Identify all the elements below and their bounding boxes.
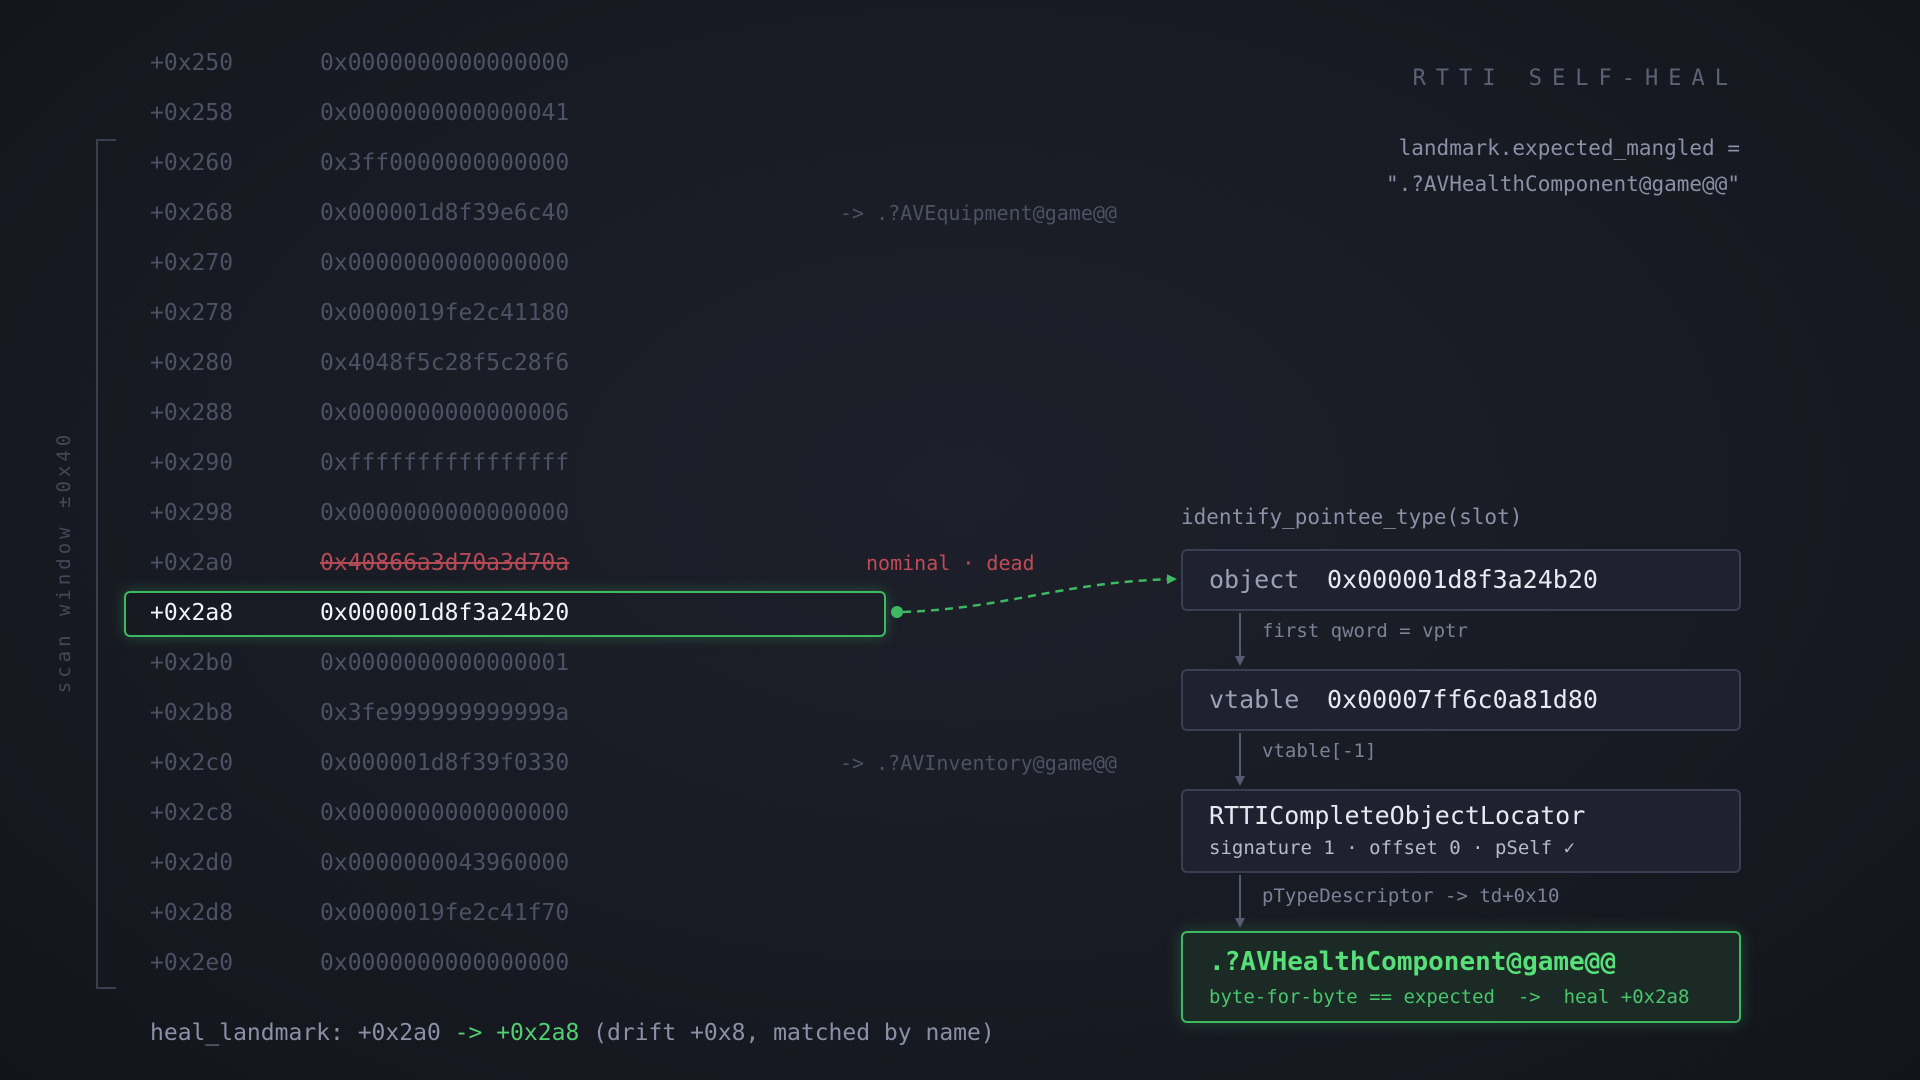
footer-prefix: heal_landmark: +0x2a0 (150, 1020, 455, 1046)
footer-target: +0x2a8 (496, 1020, 580, 1046)
footer-suffix: (drift +0x8, matched by name) (579, 1020, 995, 1046)
connector-overlay (891, 574, 1245, 928)
footer-arrow: -> (454, 1020, 483, 1046)
slot-connector-dot (891, 606, 903, 618)
footer-space (482, 1020, 496, 1046)
heal-landmark-summary: heal_landmark: +0x2a0 -> +0x2a8 (drift +… (150, 1020, 995, 1046)
slot-to-object-arrow (902, 574, 1177, 614)
